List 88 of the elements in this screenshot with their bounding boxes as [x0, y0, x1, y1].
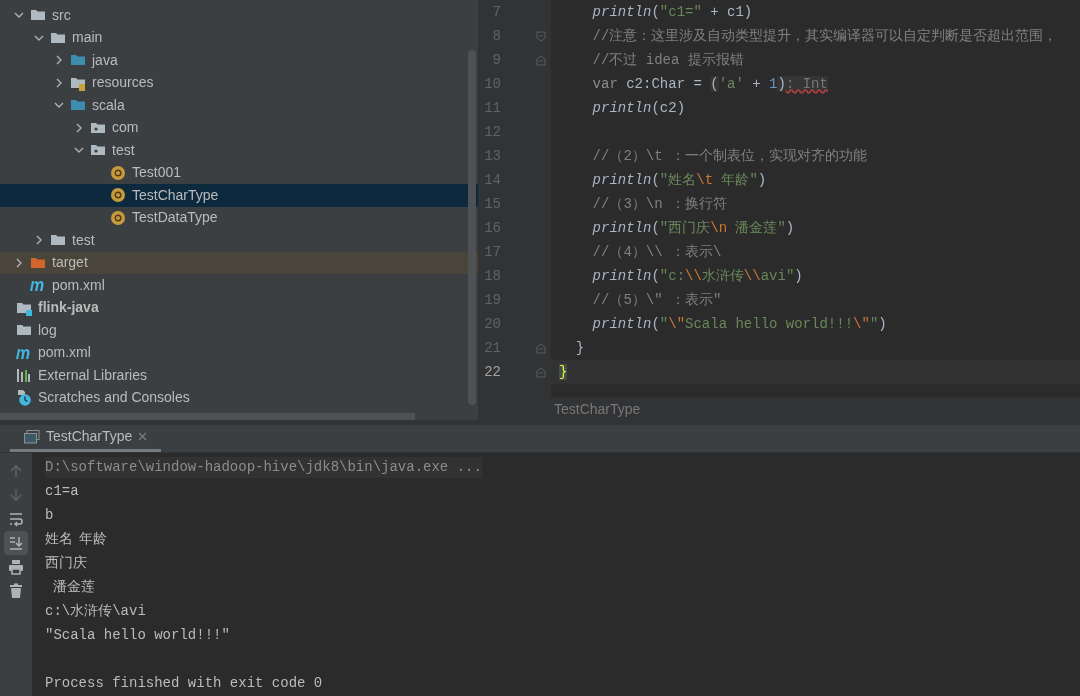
scroll-to-end-button[interactable] [4, 531, 28, 555]
chevron-right-icon[interactable] [54, 55, 64, 66]
code-line: println("西门庆\n 潘金莲") [591, 218, 795, 238]
up-arrow-icon [8, 463, 24, 479]
fold-marker-icon[interactable] [536, 54, 546, 66]
libraries-icon [17, 367, 31, 384]
tree-item-label: Scratches and Consoles [38, 388, 190, 408]
down-arrow-icon [8, 487, 24, 503]
console-output-line: c1=a [45, 481, 79, 501]
tree-item[interactable]: Test001 [0, 161, 478, 184]
run-tab[interactable]: TestCharType [10, 424, 162, 452]
console-icon [24, 429, 40, 444]
code-line: //不过 idea 提示报错 [591, 50, 744, 70]
code-line: println("姓名\t 年龄") [591, 170, 767, 190]
tree-item-label: TestCharType [132, 185, 219, 205]
tree-item-label: log [38, 320, 57, 340]
tree-item[interactable]: test [0, 139, 478, 162]
tree-item-label: TestDataType [132, 208, 218, 228]
code-line: //（2）\t ：一个制表位，实现对齐的功能 [591, 146, 867, 166]
code-line: println("\"Scala hello world!!!\"") [591, 314, 887, 334]
horizontal-scrollbar[interactable] [0, 413, 415, 420]
tree-item[interactable]: scala [0, 94, 478, 117]
fold-marker-icon[interactable] [536, 366, 546, 378]
fold-marker-icon[interactable] [536, 342, 546, 354]
console-output-line: "Scala hello world!!!" [45, 625, 230, 645]
tree-item[interactable]: pom.xml [0, 274, 478, 297]
console-output-line: c:\水浒传\avi [45, 601, 146, 621]
scratches-icon [17, 389, 31, 406]
fold-marker-icon[interactable] [536, 30, 546, 42]
console-output-line: 姓名 年龄 [45, 529, 107, 549]
tree-item[interactable]: log [0, 319, 478, 342]
code-line: println("c:\\水浒传\\avi") [591, 266, 803, 286]
tree-item-label: External Libraries [38, 365, 147, 385]
breadcrumb[interactable]: TestCharType [554, 398, 641, 420]
tree-item-label: pom.xml [52, 275, 105, 295]
console-output-line: Process finished with exit code 0 [45, 673, 323, 693]
tree-item[interactable]: java [0, 49, 478, 72]
chevron-right-icon[interactable] [34, 235, 44, 246]
tree-item[interactable]: TestDataType [0, 206, 478, 229]
tree-item[interactable]: test [0, 229, 478, 252]
tree-item-label: resources [92, 73, 154, 93]
console-output-line: b [45, 505, 54, 525]
code-line: //（4）\\ ：表示\ [591, 242, 722, 262]
code-line: } [574, 338, 585, 358]
scroll-to-end-icon [8, 535, 24, 551]
tree-item[interactable]: target [0, 251, 478, 274]
chevron-right-icon[interactable] [14, 257, 24, 268]
print-icon [8, 559, 24, 575]
object-icon [110, 164, 126, 181]
tree-item-label: target [52, 253, 88, 273]
tree-item-label: scala [92, 95, 125, 115]
tree-item[interactable]: main [0, 26, 478, 49]
tree-item-label: src [52, 5, 71, 25]
console-output-line: 潘金莲 [52, 577, 96, 597]
tree-item[interactable]: External Libraries [0, 364, 478, 387]
chevron-right-icon[interactable] [54, 77, 64, 88]
tree-item[interactable]: flink-java [0, 296, 478, 319]
vertical-scrollbar[interactable] [468, 50, 476, 405]
tree-item[interactable]: com [0, 116, 478, 139]
tree-item-label: Test001 [132, 163, 182, 183]
code-line: println("c1=" + c1) [591, 2, 753, 22]
object-icon [110, 187, 126, 204]
tree-item-label: main [72, 28, 103, 48]
tree-item[interactable]: src [0, 4, 478, 27]
code-line: //（5）\" ：表示" [591, 290, 722, 310]
tree-item[interactable]: Scratches and Consoles [0, 386, 478, 409]
line-number: 22 [484, 362, 501, 382]
tree-item-label: pom.xml [38, 343, 91, 363]
tree-item-label: com [112, 118, 139, 138]
tree-item[interactable]: pom.xml [0, 341, 478, 364]
code-line: //注意：这里涉及自动类型提升，其实编译器可以自定判断是否超出范围， [591, 26, 1058, 46]
maven-m-icon [29, 278, 47, 293]
tree-item[interactable]: resources [0, 71, 478, 94]
console-output-line: 西门庆 [45, 553, 87, 573]
object-icon [110, 209, 126, 226]
chevron-right-icon[interactable] [74, 122, 84, 133]
code-line: //（3）\n ：换行符 [591, 194, 727, 214]
code-line: var c2:Char = ('a' + 1): Int [591, 74, 828, 94]
tree-item-label: flink-java [38, 298, 99, 318]
trash-icon [8, 583, 24, 599]
tree-item[interactable]: TestCharType [0, 184, 478, 207]
code-line: println(c2) [591, 98, 686, 118]
close-icon[interactable] [138, 432, 148, 441]
tree-item-label: java [92, 50, 118, 70]
tree-item-label: test [72, 230, 95, 250]
code-editor[interactable] [478, 0, 1080, 420]
soft-wrap-icon [8, 511, 24, 527]
tree-item-label: test [112, 140, 135, 160]
